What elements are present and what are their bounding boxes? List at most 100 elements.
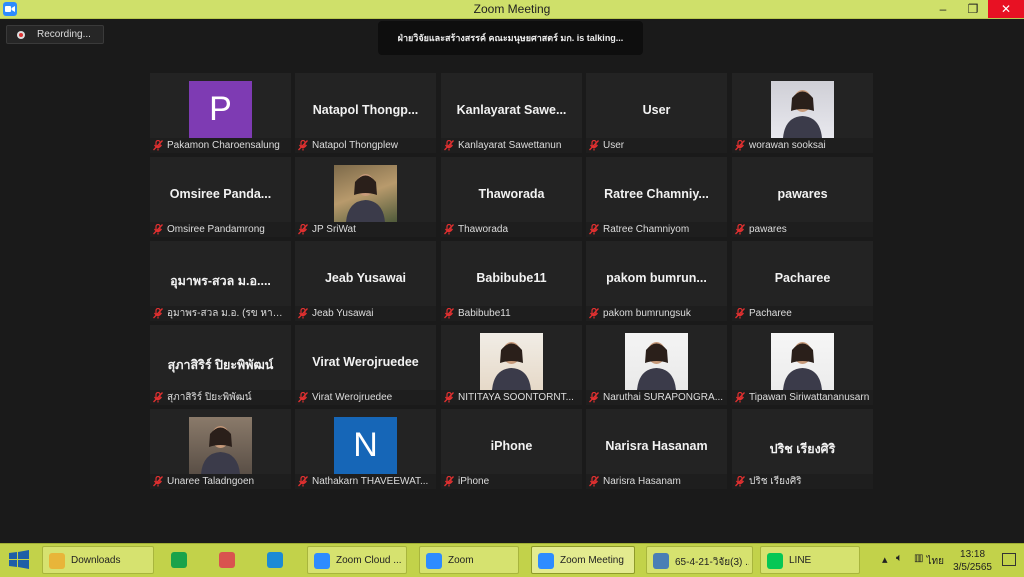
muted-mic-icon (444, 223, 454, 235)
participant-footer: Pakamon Charoensalung (150, 138, 291, 153)
taskbar-item[interactable]: LINE (760, 546, 860, 574)
participant-tile[interactable]: Tipawan Siriwattananusarn (732, 325, 873, 405)
participant-name: Ratree Chamniy... (604, 187, 709, 201)
participant-footer-label: Natapol Thongplew (312, 140, 398, 151)
clock-time: 13:18 (960, 549, 986, 560)
muted-mic-icon (298, 391, 308, 403)
participant-tile[interactable]: อุมาพร-สวล ม.อ.... อุมาพร-สวล ม.อ. (รข หา… (150, 241, 291, 321)
participant-tile[interactable]: Jeab Yusawai Jeab Yusawai (295, 241, 436, 321)
language-indicator[interactable]: ไทย (927, 554, 944, 569)
participant-footer-label: Virat Werojruedee (312, 392, 393, 403)
participant-footer-label: Babibube11 (458, 308, 511, 319)
active-speaker-banner: ฝ่ายวิจัยและสร้างสรรค์ คณะมนุษยศาสตร์ มก… (378, 21, 643, 55)
participant-tile[interactable]: JP SriWat (295, 157, 436, 237)
participant-tile[interactable]: ปริช เรียงศิริ ปริช เรียงศิริ (732, 409, 873, 489)
muted-mic-icon (153, 475, 163, 487)
muted-mic-icon (153, 139, 163, 151)
participant-footer-label: ปริช เรียงศิริ (749, 476, 802, 487)
taskbar-item[interactable]: Downloads (42, 546, 154, 574)
participant-footer-label: Ratree Chamniyom (603, 224, 690, 235)
taskbar-item[interactable]: 65-4-21-วิจัย(3) ... (646, 546, 753, 574)
participant-tile[interactable]: Naruthai SURAPONGRA... (586, 325, 727, 405)
clock[interactable]: 13:18 3/5/2565 (953, 548, 992, 574)
muted-mic-icon (298, 139, 308, 151)
start-button[interactable] (6, 546, 32, 574)
participant-tile[interactable]: worawan sooksai (732, 73, 873, 153)
muted-mic-icon (298, 475, 308, 487)
taskbar-item-label: Zoom Cloud ... (336, 555, 402, 566)
participant-tile[interactable]: N Nathakarn THAVEEWAT... (295, 409, 436, 489)
participant-tile[interactable]: Virat Werojruedee Virat Werojruedee (295, 325, 436, 405)
muted-mic-icon (735, 307, 745, 319)
restore-button[interactable]: ❐ (958, 0, 988, 18)
notification-icon[interactable] (1002, 553, 1016, 566)
participant-footer-label: pawares (749, 224, 787, 235)
recording-indicator[interactable]: Recording... (6, 25, 104, 44)
line-icon (767, 553, 783, 569)
participant-tile[interactable]: สุภาสิริร์ ปิยะพิพัฒน์สุภาสิริร์ ปิยะพิพ… (150, 325, 291, 405)
participant-tile[interactable]: Thaworada Thaworada (441, 157, 582, 237)
participant-tile[interactable]: Omsiree Panda... Omsiree Pandamrong (150, 157, 291, 237)
participant-footer: สุภาสิริร์ ปิยะพิพัฒน์ (150, 390, 291, 405)
participant-tile[interactable]: Natapol Thongp... Natapol Thongplew (295, 73, 436, 153)
participant-footer-label: Jeab Yusawai (312, 308, 374, 319)
participant-footer: ปริช เรียงศิริ (732, 474, 873, 489)
participant-name: Virat Werojruedee (312, 355, 419, 369)
chevron-up-icon[interactable]: ▴ (882, 553, 888, 566)
participant-footer: Omsiree Pandamrong (150, 222, 291, 237)
participant-tile[interactable]: Pacharee Pacharee (732, 241, 873, 321)
participant-footer-label: Tipawan Siriwattananusarn (749, 392, 870, 403)
muted-mic-icon (589, 307, 599, 319)
participant-tile[interactable]: Ratree Chamniy... Ratree Chamniyom (586, 157, 727, 237)
participant-tile[interactable]: pawares pawares (732, 157, 873, 237)
participant-footer-label: Pacharee (749, 308, 792, 319)
speaker-icon[interactable]: 🔈︎ (896, 552, 903, 565)
participant-tile[interactable]: NITITAYA SOONTORNT... (441, 325, 582, 405)
participant-tile[interactable]: Narisra Hasanam Narisra Hasanam (586, 409, 727, 489)
participant-tile[interactable]: User User (586, 73, 727, 153)
participant-footer: Tipawan Siriwattananusarn (732, 390, 873, 405)
participant-name: Natapol Thongp... (312, 103, 419, 117)
taskbar-item[interactable]: Zoom Cloud ... (307, 546, 407, 574)
participant-footer-label: Narisra Hasanam (603, 476, 681, 487)
taskbar-item[interactable] (164, 546, 194, 574)
participant-name: Narisra Hasanam (605, 439, 708, 453)
participant-footer: pawares (732, 222, 873, 237)
participant-tile[interactable]: Unaree Taladngoen (150, 409, 291, 489)
participant-name: ปริช เรียงศิริ (769, 442, 836, 456)
participant-footer-label: worawan sooksai (749, 140, 826, 151)
participant-tile[interactable]: Babibube11 Babibube11 (441, 241, 582, 321)
taskbar-item[interactable]: Zoom (419, 546, 519, 574)
participant-footer-label: pakom bumrungsuk (603, 308, 691, 319)
participant-footer: Thaworada (441, 222, 582, 237)
participant-photo (771, 333, 834, 390)
participant-tile[interactable]: pakom bumrun... pakom bumrungsuk (586, 241, 727, 321)
clock-date: 3/5/2565 (953, 562, 992, 573)
participant-name: อุมาพร-สวล ม.อ.... (170, 274, 271, 288)
taskbar-item-label: Zoom (448, 555, 474, 566)
recording-icon (17, 31, 25, 39)
participant-name: สุภาสิริร์ ปิยะพิพัฒน์ (167, 358, 274, 372)
muted-mic-icon (153, 391, 163, 403)
participant-footer: NITITAYA SOONTORNT... (441, 390, 582, 405)
taskbar-item[interactable] (212, 546, 242, 574)
participant-name: pawares (777, 187, 828, 201)
muted-mic-icon (444, 139, 454, 151)
participant-footer: iPhone (441, 474, 582, 489)
participant-footer-label: Kanlayarat Sawettanun (458, 140, 562, 151)
edge-icon (267, 552, 283, 568)
taskbar-item[interactable]: Zoom Meeting (531, 546, 635, 574)
participant-footer: Babibube11 (441, 306, 582, 321)
taskbar-item[interactable] (260, 546, 290, 574)
network-icon[interactable]: ▥ (914, 553, 923, 564)
participant-name: Omsiree Panda... (169, 187, 272, 201)
close-button[interactable]: ✕ (988, 0, 1024, 18)
minimize-button[interactable]: – (928, 0, 958, 18)
muted-mic-icon (298, 307, 308, 319)
participant-footer-label: JP SriWat (312, 224, 356, 235)
participant-tile[interactable]: P Pakamon Charoensalung (150, 73, 291, 153)
participant-footer: Narisra Hasanam (586, 474, 727, 489)
participant-tile[interactable]: Kanlayarat Sawe... Kanlayarat Sawettanun (441, 73, 582, 153)
muted-mic-icon (735, 139, 745, 151)
participant-tile[interactable]: iPhone iPhone (441, 409, 582, 489)
